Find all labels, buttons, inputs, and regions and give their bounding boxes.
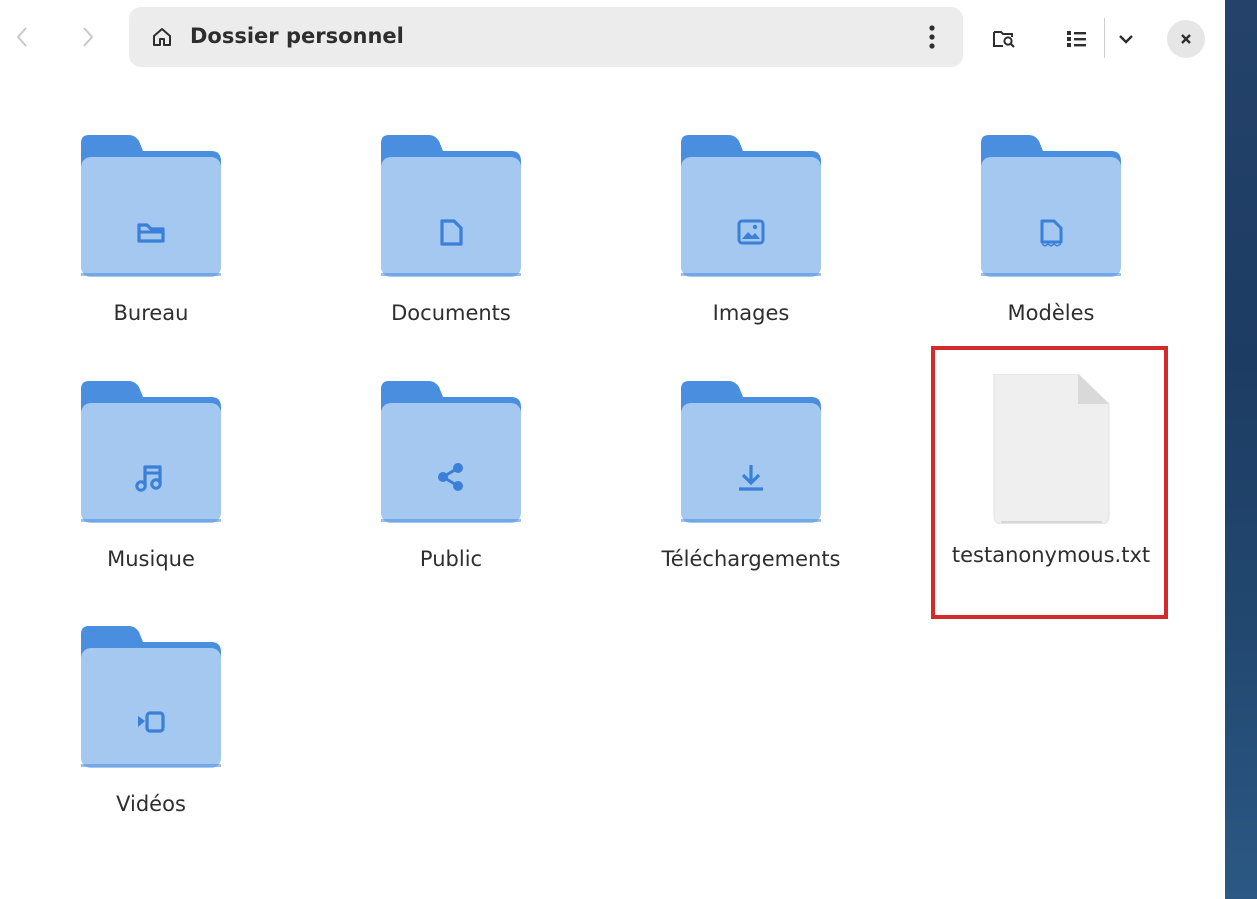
location-bar[interactable]: Dossier personnel: [129, 7, 963, 67]
item-label: Bureau: [113, 301, 189, 325]
folder-search-icon: [993, 31, 1015, 48]
close-button[interactable]: [1167, 20, 1205, 58]
folder-icon: [681, 135, 821, 277]
vertical-dots-icon: [929, 25, 935, 49]
item-label: Images: [712, 301, 790, 325]
back-button[interactable]: [7, 20, 37, 54]
text-file-icon: [993, 374, 1110, 524]
chevron-left-icon: [16, 27, 27, 47]
folder-item[interactable]: Bureau: [31, 135, 271, 365]
folder-item[interactable]: Musique: [31, 381, 271, 611]
folder-icon: [681, 381, 821, 523]
chevron-down-icon: [1119, 35, 1133, 44]
folder-item[interactable]: Modèles: [931, 135, 1171, 365]
folder-icon: [81, 381, 221, 523]
view-mode-button[interactable]: [1058, 20, 1096, 58]
item-label: testanonymous.txt: [951, 543, 1151, 567]
item-label: Documents: [391, 301, 511, 325]
item-label: Téléchargements: [661, 547, 841, 571]
chevron-right-icon: [83, 27, 94, 47]
folder-item[interactable]: Images: [631, 135, 871, 365]
file-manager-window: Dossier personnel Bureau Documents Image…: [0, 0, 1225, 899]
home-icon: [153, 28, 171, 46]
list-view-icon: [1067, 31, 1086, 47]
item-label: Musique: [107, 547, 195, 571]
view-separator: [1104, 18, 1105, 58]
folder-item[interactable]: Public: [331, 381, 571, 611]
forward-button[interactable]: [73, 20, 103, 54]
folder-icon: [981, 135, 1121, 277]
folder-icon: [81, 135, 221, 277]
folder-item[interactable]: Téléchargements: [631, 381, 871, 611]
folder-item[interactable]: Documents: [331, 135, 571, 365]
folder-icon: [381, 135, 521, 277]
path-menu-button[interactable]: [917, 19, 947, 55]
path-label[interactable]: Dossier personnel: [190, 24, 404, 48]
item-label: Public: [419, 547, 483, 571]
folder-icon: [81, 626, 221, 768]
view-options-button[interactable]: [1110, 20, 1142, 58]
desktop-background: [1225, 0, 1257, 899]
file-item[interactable]: testanonymous.txt: [931, 374, 1171, 604]
folder-icon: [381, 381, 521, 523]
item-label: Modèles: [1007, 301, 1095, 325]
folder-item[interactable]: Vidéos: [31, 626, 271, 856]
close-icon: [1181, 34, 1191, 44]
search-button[interactable]: [984, 20, 1024, 58]
item-label: Vidéos: [116, 792, 186, 816]
